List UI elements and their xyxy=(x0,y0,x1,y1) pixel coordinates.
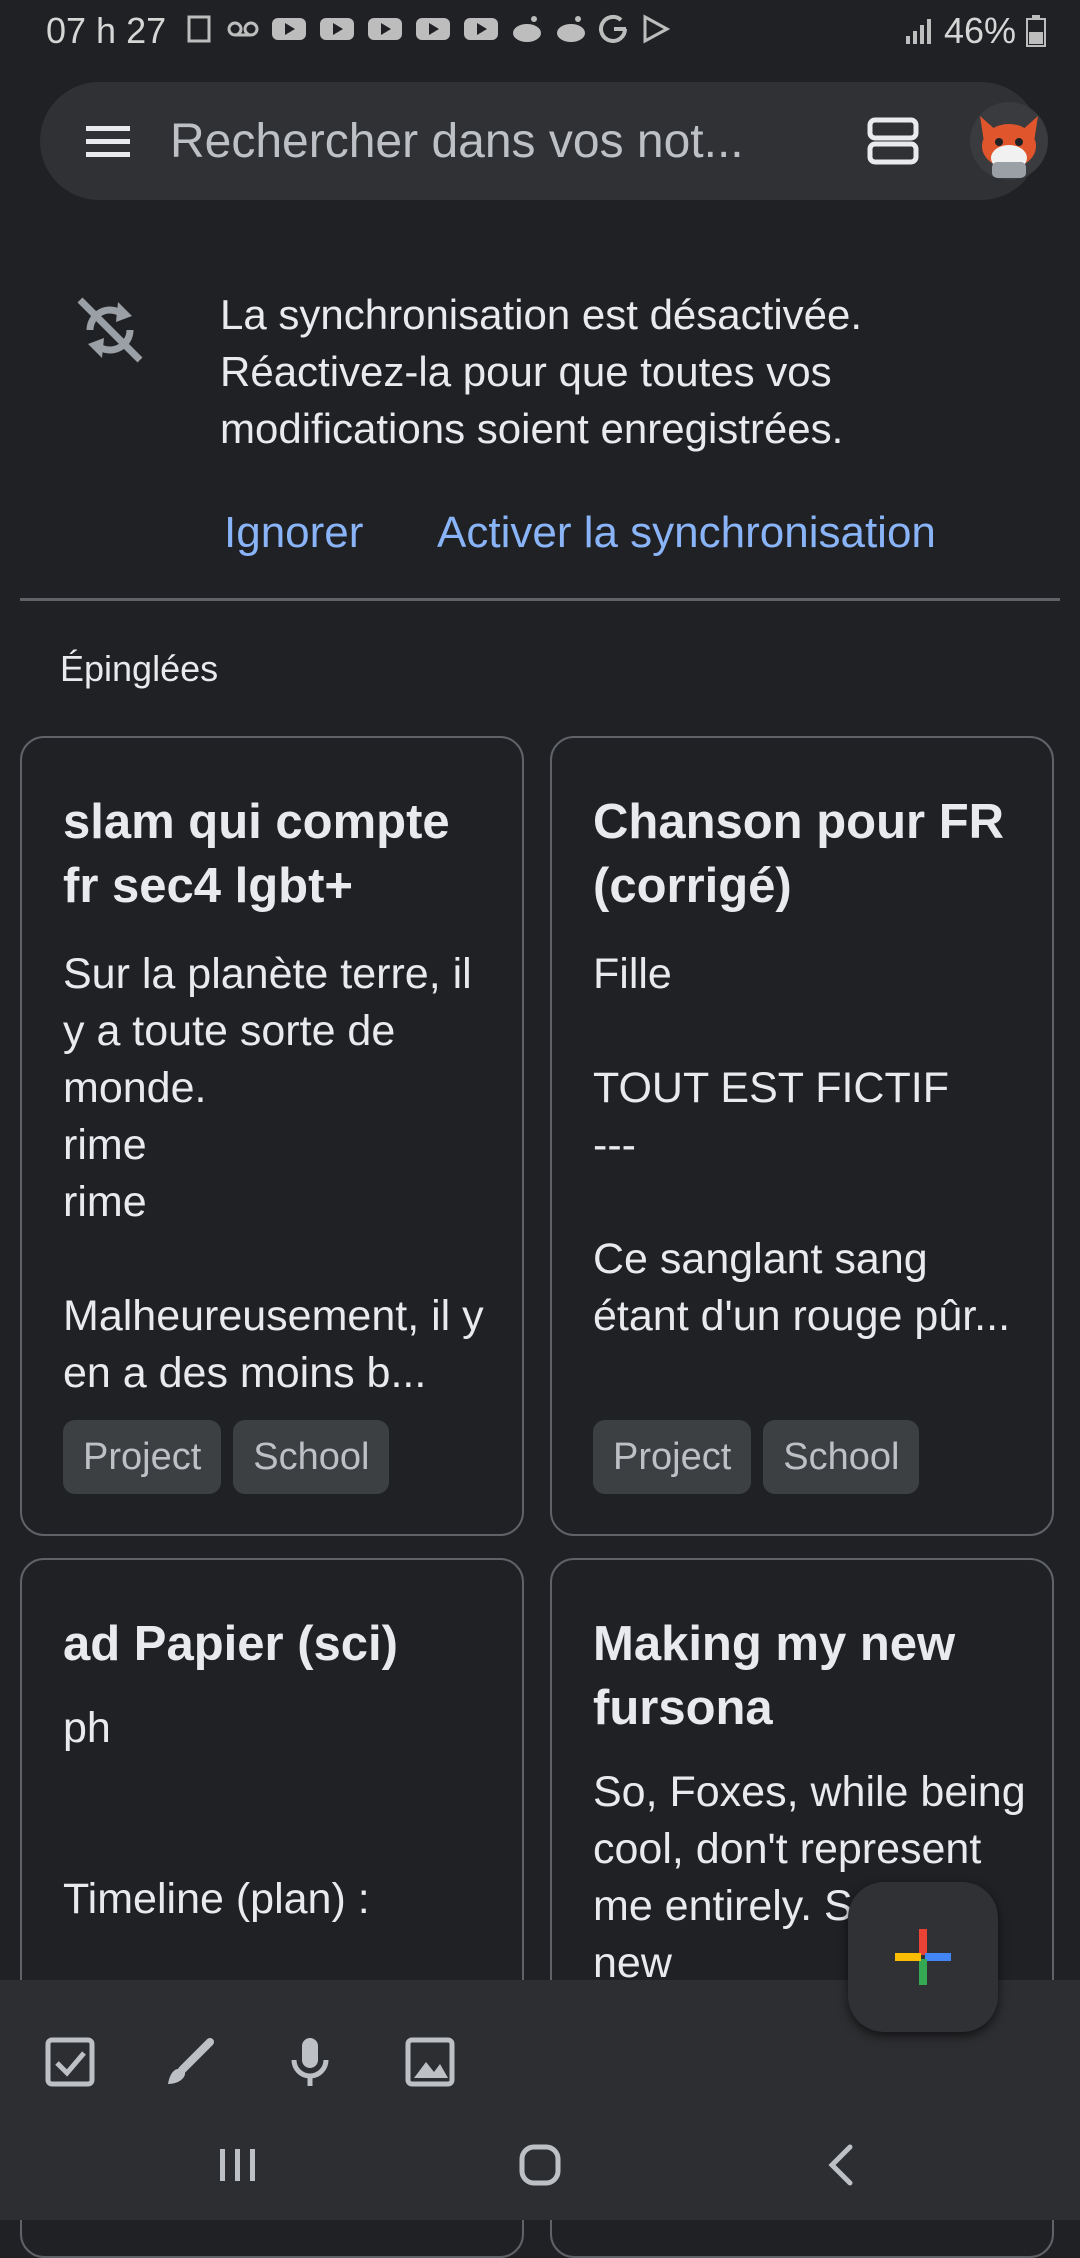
note-card[interactable]: slam qui compte fr sec4 lgbt+ Sur la pla… xyxy=(20,736,524,1536)
status-bar: 07 h 27 46% xyxy=(0,0,1080,64)
note-card[interactable]: Chanson pour FR (corrigé) Fille TOUT EST… xyxy=(550,736,1054,1536)
battery-icon xyxy=(1026,15,1046,47)
microphone-icon[interactable] xyxy=(280,2032,340,2092)
youtube-icon xyxy=(368,18,402,40)
youtube-icon xyxy=(320,18,354,40)
youtube-icon xyxy=(464,18,498,40)
hamburger-menu-icon[interactable] xyxy=(82,115,134,167)
status-time: 07 h 27 xyxy=(46,10,167,51)
note-title: Chanson pour FR (corrigé) xyxy=(593,795,1005,913)
search-bar[interactable]: Rechercher dans vos not... xyxy=(40,82,1048,200)
play-store-icon xyxy=(643,14,670,44)
grid-view-icon[interactable] xyxy=(864,112,922,170)
home-icon[interactable] xyxy=(510,2135,570,2195)
battery-percentage: 46% xyxy=(943,10,1016,51)
label-chip[interactable]: School xyxy=(233,1420,390,1494)
label-chip[interactable]: School xyxy=(763,1420,920,1494)
note-body: Sur la planète terre, il y a toute sorte… xyxy=(63,950,484,1397)
note-body: Fille TOUT EST FICTIF --- Ce sanglant sa… xyxy=(593,950,1011,1340)
screenshot-icon xyxy=(187,15,211,43)
voicemail-icon xyxy=(227,21,259,37)
sync-actions: Ignorer Activer la synchronisation xyxy=(0,508,1080,568)
youtube-icon xyxy=(272,18,306,40)
back-icon[interactable] xyxy=(812,2135,872,2195)
new-note-button[interactable] xyxy=(848,1882,998,2032)
search-input[interactable]: Rechercher dans vos not... xyxy=(170,114,744,169)
note-labels: Project School xyxy=(593,1420,920,1494)
brush-icon[interactable] xyxy=(160,2032,220,2092)
label-chip[interactable]: Project xyxy=(593,1420,752,1494)
image-icon[interactable] xyxy=(400,2032,460,2092)
sync-disabled-icon xyxy=(77,297,143,363)
google-icon xyxy=(599,14,627,43)
reddit-icon xyxy=(557,16,585,42)
reddit-icon xyxy=(513,16,541,42)
avatar[interactable] xyxy=(970,102,1048,180)
sync-message: La synchronisation est désactivée. Réact… xyxy=(220,291,863,452)
youtube-icon xyxy=(416,18,450,40)
notification-icons xyxy=(186,14,670,44)
status-right: 46% xyxy=(904,10,1046,52)
note-title: Making my new fursona xyxy=(593,1617,956,1735)
divider xyxy=(20,598,1060,601)
plus-icon xyxy=(895,1929,951,1985)
ignore-button[interactable]: Ignorer xyxy=(224,508,363,558)
note-labels: Project School xyxy=(63,1420,390,1494)
note-title: slam qui compte fr sec4 lgbt+ xyxy=(63,795,450,913)
signal-icon xyxy=(905,19,931,44)
note-title: ad Papier (sci) xyxy=(63,1617,398,1671)
checkbox-icon[interactable] xyxy=(40,2032,100,2092)
note-body: ph Timeline (plan) : xyxy=(63,1704,370,1923)
pinned-section-label: Épinglées xyxy=(60,648,219,689)
recent-apps-icon[interactable] xyxy=(208,2135,268,2195)
activate-sync-button[interactable]: Activer la synchronisation xyxy=(437,508,936,558)
fox-avatar-icon xyxy=(980,116,1038,178)
label-chip[interactable]: Project xyxy=(63,1420,222,1494)
